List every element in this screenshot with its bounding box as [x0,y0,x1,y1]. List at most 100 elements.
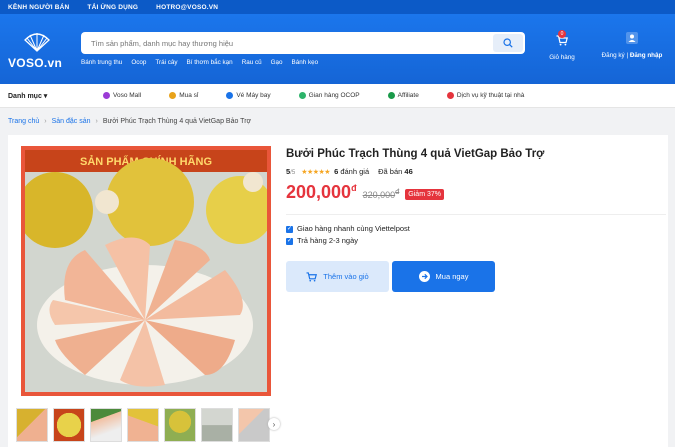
category-label: Affiliate [397,92,419,99]
quick-link[interactable]: Bánh kẹo [292,59,319,66]
review-label: đánh giá [340,167,370,176]
sold-number: 46 [404,167,413,176]
thumbnail-image[interactable] [16,408,48,442]
quick-link[interactable]: Trái cây [155,59,177,66]
cart-count-badge: 0 [558,30,566,38]
quick-link[interactable]: Rau củ [242,59,262,66]
breadcrumb-category[interactable]: Sản đặc sản [52,118,91,125]
top-bar: KÊNH NGƯỜI BÁN TẢI ỨNG DỤNG HOTRO@VOSO.V… [0,0,675,14]
quick-link[interactable]: Bí thơm bắc kạn [187,59,233,66]
cart-icon [306,271,318,282]
review-number: 6 [334,167,339,176]
account-separator: | [626,52,629,59]
service-icon [446,92,454,99]
thumbnail-image[interactable] [164,408,196,442]
chevron-right-icon: › [44,118,47,125]
ocop-icon [298,92,306,99]
category-item-voso-mall[interactable]: Voso Mall [103,92,141,99]
product-benefits: ✓ Giao hàng nhanh cùng Viettelpost ✓ Trả h… [286,223,410,247]
account-links: Đăng ký | Đăng nhập [595,52,669,59]
buy-now-label: Mua ngay [435,272,469,281]
sold-count: Đã bán 46 [378,167,413,176]
category-item-flights[interactable]: Vé Máy bay [226,92,271,99]
category-menu-button[interactable]: Danh mục ▾ [8,92,103,100]
product-ratings: 5/5 ★★★★★ 6 đánh giá Đã bán 46 [286,167,413,176]
cart-label: Giỏ hàng [549,54,575,61]
category-label: Vé Máy bay [236,92,271,99]
category-bar: Danh mục ▾ Voso Mall Mua sỉ Vé Máy bay G… [0,84,675,108]
thumbnail-image[interactable] [127,408,159,442]
category-item-affiliate[interactable]: Affiliate [387,92,419,99]
star-rating-icon: ★★★★★ [301,168,331,176]
benefit-text: Giao hàng nhanh cùng Viettelpost [297,224,410,233]
add-to-cart-label: Thêm vào giỏ [323,272,369,281]
current-price: 200,000đ [286,182,357,203]
currency-symbol: đ [351,183,357,193]
account-area: Đăng ký | Đăng nhập [595,31,669,61]
quick-link[interactable]: Gạo [271,59,283,66]
search-input[interactable] [81,32,491,54]
arrow-right-circle-icon [418,271,430,282]
affiliate-icon [387,92,395,99]
benefit-text: Trả hàng 2-3 ngày [297,236,359,245]
breadcrumb-home[interactable]: Trang chủ [8,118,39,125]
quick-links: Bánh trung thu Ocop Trái cây Bí thơm bắc… [81,59,318,66]
category-label: Mua sỉ [179,92,199,99]
original-price: 320,000đ [363,187,400,200]
thumbnail-image[interactable] [238,408,270,442]
search-bar [81,32,525,54]
category-label: Gian hàng OCOP [308,92,360,99]
category-item-wholesale[interactable]: Mua sỉ [169,92,198,99]
buy-now-button[interactable]: Mua ngay [392,261,495,292]
add-to-cart-button[interactable]: Thêm vào giỏ [286,261,389,292]
checkbox-icon: ✓ [286,237,293,245]
rating-max: /5 [290,170,296,176]
quick-link[interactable]: Ocop [131,59,146,66]
register-link[interactable]: Đăng ký [602,52,625,59]
search-icon [503,38,513,48]
cart-button[interactable]: 0 Giỏ hàng [545,30,579,63]
user-icon [626,32,638,44]
price-block: 200,000đ 320,000đ Giảm 37% [286,182,444,203]
price-value: 200,000 [286,182,352,202]
product-title: Bưởi Phúc Trạch Thùng 4 quả VietGap Bảo … [286,148,545,160]
search-button[interactable] [493,34,523,52]
divider [286,214,666,215]
chevron-down-icon: ▾ [43,92,48,100]
review-count[interactable]: 6 đánh giá [334,167,369,176]
chevron-right-icon: › [95,118,98,125]
thumbnail-next-button[interactable]: › [268,418,280,430]
pomelo-photo: SẢN PHẨM CHÍNH HÃNG [25,150,267,392]
download-app-link[interactable]: TẢI ỨNG DỤNG [87,4,138,11]
category-menu-label: Danh mục [8,92,42,100]
product-card: SẢN PHẨM CHÍNH HÃNG › Bưởi Phúc Trạch T [8,135,668,447]
breadcrumb: Trang chủ › Sản đặc sản › Bưởi Phúc Trạc… [8,118,251,125]
login-link[interactable]: Đăng nhập [630,52,663,59]
category-item-ocop[interactable]: Gian hàng OCOP [298,92,360,99]
category-label: Voso Mall [113,92,142,99]
old-price-value: 320,000 [362,190,396,200]
chevron-right-icon: › [272,419,276,429]
support-email-link[interactable]: HOTRO@VOSO.VN [156,4,218,11]
thumbnail-image[interactable] [201,408,233,442]
thumbnail-strip [16,408,270,442]
checkbox-icon: ✓ [286,225,293,233]
currency-symbol: đ [395,187,400,196]
thumbnail-image[interactable] [90,408,122,442]
plane-icon [226,92,234,99]
benefit-returns: ✓ Trả hàng 2-3 ngày [286,235,410,247]
logo-text: VOSO.vn [8,56,63,70]
category-item-home-service[interactable]: Dịch vụ kỹ thuật tại nhà [446,92,525,99]
category-label: Dịch vụ kỹ thuật tại nhà [456,92,525,99]
rating-value: 5/5 [286,167,295,176]
mall-icon [103,92,110,99]
breadcrumb-current: Bưởi Phúc Trạch Thùng 4 quả VietGap Bảo … [102,118,252,125]
wholesale-icon [169,92,177,99]
logo[interactable]: VOSO.vn [8,32,68,72]
shell-logo-icon [24,33,50,52]
quick-link[interactable]: Bánh trung thu [81,59,122,66]
product-main-image[interactable]: SẢN PHẨM CHÍNH HÃNG [21,146,271,396]
seller-channel-link[interactable]: KÊNH NGƯỜI BÁN [8,4,69,11]
thumbnail-image[interactable] [53,408,85,442]
header: VOSO.vn Bánh trung thu Ocop Trái cây Bí … [0,14,675,84]
